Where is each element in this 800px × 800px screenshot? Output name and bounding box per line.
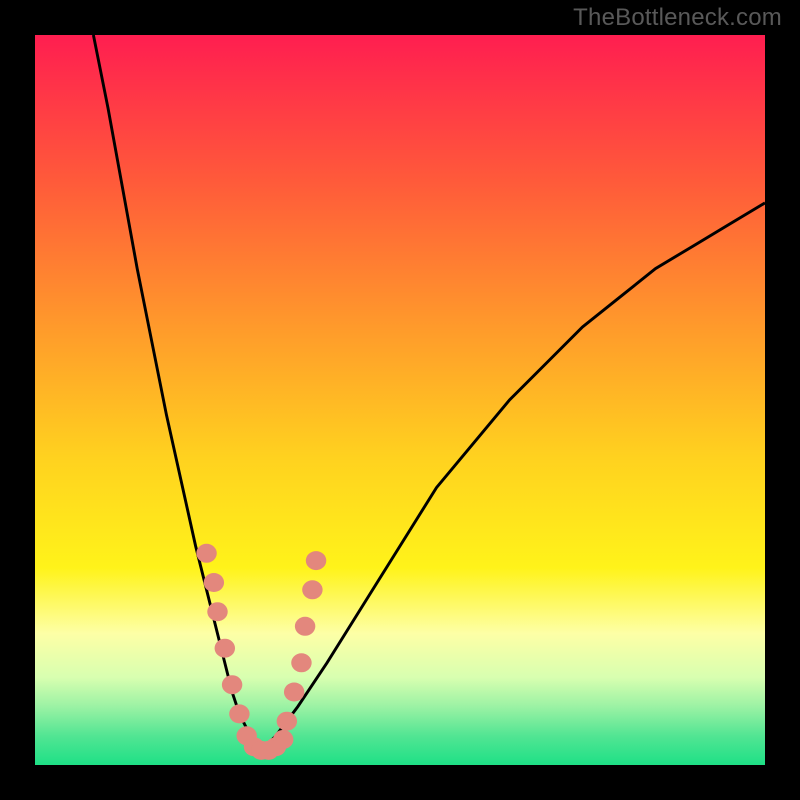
watermark-text: TheBottleneck.com [573, 4, 782, 32]
left-curve [93, 35, 261, 750]
marker-dot [222, 675, 242, 694]
marker-dot [215, 639, 235, 658]
marker-dot [302, 580, 322, 599]
marker-dot [306, 551, 326, 570]
marker-dot [196, 544, 216, 563]
marker-dot [295, 617, 315, 636]
marker-dots [196, 544, 326, 760]
marker-dot [284, 683, 304, 702]
marker-dot [291, 653, 311, 672]
marker-dot [273, 730, 293, 749]
chart-frame: TheBottleneck.com [0, 0, 800, 800]
curve-layer [35, 35, 765, 765]
marker-dot [207, 602, 227, 621]
right-curve [261, 203, 765, 751]
marker-dot [204, 573, 224, 592]
plot-area [35, 35, 765, 765]
marker-dot [277, 712, 297, 731]
marker-dot [229, 704, 249, 723]
